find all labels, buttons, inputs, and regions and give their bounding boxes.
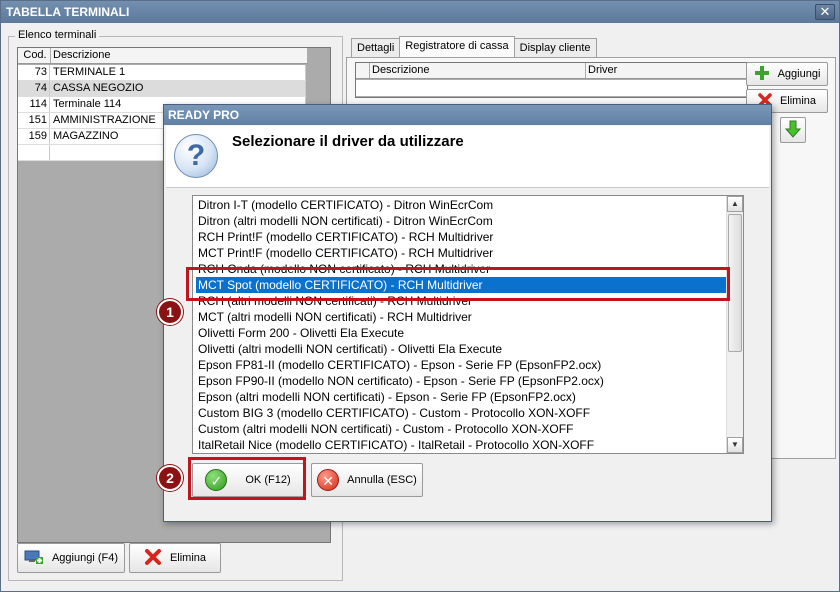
tab-display-cliente[interactable]: Display cliente xyxy=(513,38,597,57)
list-item[interactable]: MCT (altri modelli NON certificati) - RC… xyxy=(196,309,726,325)
cash-grid-header: Descrizione Driver xyxy=(356,63,747,79)
cash-col-driver[interactable]: Driver xyxy=(586,63,746,78)
row-cod: 73 xyxy=(18,65,50,80)
terminals-grid-header: Cod. Descrizione xyxy=(18,48,308,64)
row-desc: CASSA NEGOZIO xyxy=(50,81,306,96)
window-titlebar: TABELLA TERMINALI ✕ xyxy=(1,1,839,23)
row-cod: 159 xyxy=(18,129,50,144)
row-cod: 151 xyxy=(18,113,50,128)
list-item[interactable]: Custom BIG 3 (modello CERTIFICATO) - Cus… xyxy=(196,405,726,421)
row-cod-empty xyxy=(18,145,50,160)
cancel-button[interactable]: ✕ Annulla (ESC) xyxy=(311,463,423,497)
dialog-header: ? Selezionare il driver da utilizzare xyxy=(166,126,769,188)
scroll-up-icon[interactable]: ▲ xyxy=(727,196,743,212)
list-scrollbar[interactable]: ▲ ▼ xyxy=(726,196,743,453)
move-down-button[interactable] xyxy=(780,117,806,143)
dialog-title: READY PRO xyxy=(164,105,771,125)
question-icon: ? xyxy=(174,134,218,178)
cancel-label: Annulla (ESC) xyxy=(347,474,417,486)
delete-x-icon xyxy=(144,548,162,569)
list-item[interactable]: Epson (altri modelli NON certificati) - … xyxy=(196,389,726,405)
dialog-heading: Selezionare il driver da utilizzare xyxy=(232,133,464,150)
cash-grid-indicator xyxy=(356,63,370,78)
cancel-x-icon: ✕ xyxy=(317,469,340,491)
callout-frame-1 xyxy=(186,267,730,301)
table-row[interactable]: 74 CASSA NEGOZIO xyxy=(18,81,306,97)
cash-grid: Descrizione Driver xyxy=(355,62,748,98)
close-button[interactable]: ✕ xyxy=(815,4,835,20)
list-item[interactable]: ItalRetail Nice (modello CERTIFICATO) - … xyxy=(196,437,726,453)
delete-terminal-label: Elimina xyxy=(169,552,207,564)
cash-col-descrizione[interactable]: Descrizione xyxy=(370,63,586,78)
list-item[interactable]: Olivetti Form 200 - Olivetti Ela Execute xyxy=(196,325,726,341)
list-item[interactable]: MCT Print!F (modello CERTIFICATO) - RCH … xyxy=(196,245,726,261)
add-computer-icon xyxy=(24,549,44,568)
window-title: TABELLA TERMINALI xyxy=(6,5,130,19)
scroll-down-icon[interactable]: ▼ xyxy=(727,437,743,453)
list-item[interactable]: Epson FP81-II (modello CERTIFICATO) - Ep… xyxy=(196,357,726,373)
cash-grid-row[interactable] xyxy=(356,80,747,96)
delete-driver-label: Elimina xyxy=(779,95,817,107)
callout-frame-2 xyxy=(188,457,306,500)
add-driver-button[interactable]: Aggiungi xyxy=(746,62,828,86)
driver-dialog: READY PRO ? Selezionare il driver da uti… xyxy=(157,104,772,522)
callout-badge-1: 1 xyxy=(157,299,183,325)
table-row[interactable]: 73 TERMINALE 1 xyxy=(18,65,306,81)
list-item[interactable]: Ditron (altri modelli NON certificati) -… xyxy=(196,213,726,229)
list-item[interactable]: Olivetti (altri modelli NON certificati)… xyxy=(196,341,726,357)
tab-dettagli[interactable]: Dettagli xyxy=(351,38,401,57)
tab-registratore-di-cassa[interactable]: Registratore di cassa xyxy=(399,36,515,57)
list-item[interactable]: Custom (altri modelli NON certificati) -… xyxy=(196,421,726,437)
row-cod: 114 xyxy=(18,97,50,112)
scroll-thumb[interactable] xyxy=(728,214,742,352)
row-desc: TERMINALE 1 xyxy=(50,65,306,80)
delete-terminal-button[interactable]: Elimina xyxy=(129,543,221,573)
list-item[interactable]: Epson FP90-II (modello NON certificato) … xyxy=(196,373,726,389)
plus-icon xyxy=(754,65,770,84)
list-item[interactable]: RCH Print!F (modello CERTIFICATO) - RCH … xyxy=(196,229,726,245)
arrow-down-icon xyxy=(784,120,802,141)
add-terminal-button[interactable]: Aggiungi (F4) xyxy=(17,543,125,573)
callout-badge-2: 2 xyxy=(157,465,183,491)
tab-strip: Dettagli Registratore di cassa Display c… xyxy=(351,36,597,58)
driver-listbox[interactable]: Ditron I-T (modello CERTIFICATO) - Ditro… xyxy=(192,195,744,454)
add-driver-label: Aggiungi xyxy=(777,68,821,80)
row-cod: 74 xyxy=(18,81,50,96)
col-descrizione[interactable]: Descrizione xyxy=(51,48,308,63)
col-cod[interactable]: Cod. xyxy=(18,48,51,63)
add-terminal-label: Aggiungi (F4) xyxy=(51,552,119,564)
list-item[interactable]: Ditron I-T (modello CERTIFICATO) - Ditro… xyxy=(196,197,726,213)
terminals-group-label: Elenco terminali xyxy=(15,29,100,41)
